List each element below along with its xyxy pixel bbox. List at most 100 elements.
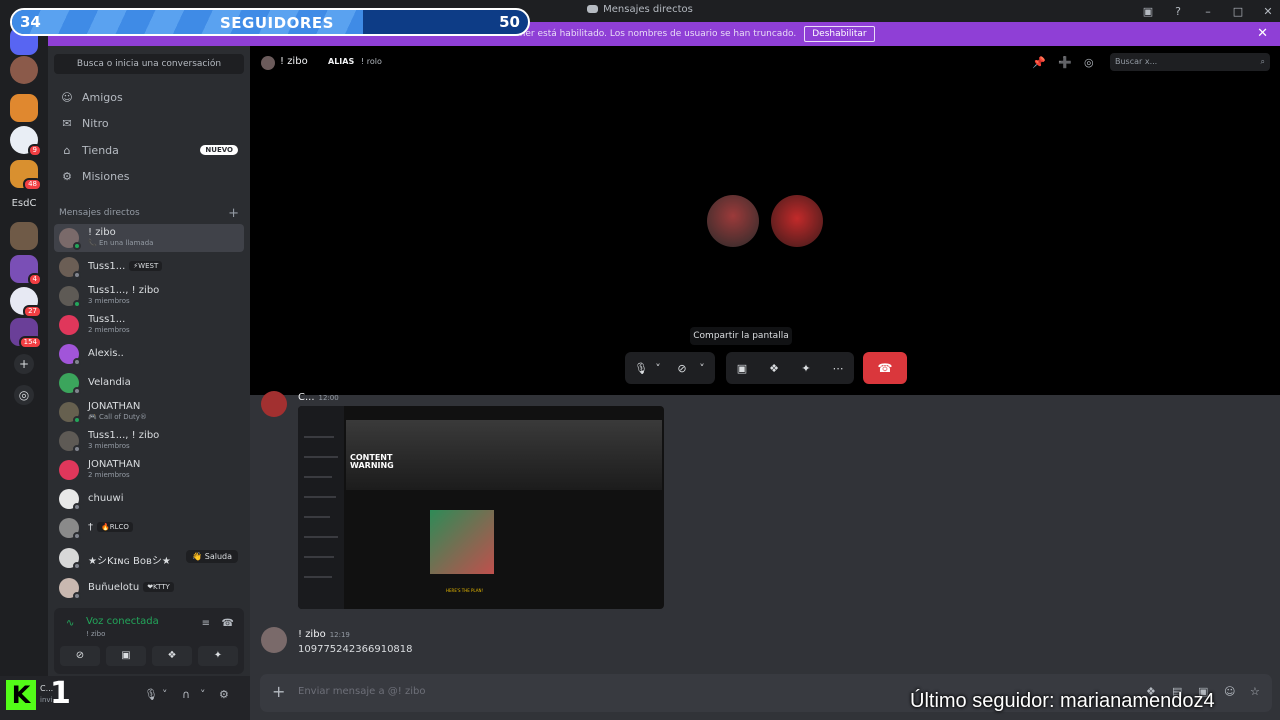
nav-nitro[interactable]: ✉ Nitro [54,111,244,135]
dm-item[interactable]: Tuss1..., ! zibo 3 miembros [54,427,244,455]
close-window-button[interactable]: ✕ [1256,5,1280,18]
noise-suppression-icon[interactable]: ≡ [202,618,210,629]
close-banner-icon[interactable]: ✕ [1257,26,1268,41]
voice-status[interactable]: Voz conectada [86,616,159,627]
nav-friends[interactable]: ☺ Amigos [54,85,244,109]
soundboard-button[interactable]: ✦ [198,646,238,666]
mention-badge: 48 [23,178,42,191]
search-input[interactable]: Buscar x... ⌕ [1110,53,1270,71]
dm-name: Tuss1..., ! zibo [88,285,160,296]
apps-icon[interactable]: ☆ [1250,685,1260,698]
message-author[interactable]: ! zibo 12:19 [298,629,350,640]
settings-gear-icon[interactable]: ⚙ [219,688,229,701]
message-input[interactable]: Enviar mensaje a @! zibo [298,686,425,697]
clan-tag: 🔥RLCO [97,522,133,532]
help-icon[interactable]: ? [1166,5,1190,18]
divider [304,576,332,578]
wave-button[interactable]: 👋 Saluda [186,550,238,563]
camera-off-button[interactable]: ⊘ [60,646,100,666]
message-author[interactable]: C... 12:00 [298,392,339,403]
chevron-down-icon[interactable]: ˅ [651,362,665,375]
dm-item[interactable]: JONATHAN 2 miembros [54,456,244,484]
divider [304,496,336,498]
dm-item[interactable]: Buñuelotu ❤KTTY [54,574,244,602]
friends-icon: ☺ [61,90,73,104]
discord-logo-icon [587,5,599,13]
nav-shop[interactable]: ⌂ Tienda NUEVO [54,138,244,162]
overlay-number: 1 [50,676,71,711]
server-icon[interactable] [10,56,38,84]
divider [304,536,338,538]
participant-avatar[interactable] [771,195,823,247]
dm-name: JONATHAN [88,401,141,412]
dm-name: Tuss1..., ! zibo [88,430,160,441]
server-icon[interactable]: 48 [10,160,42,191]
dm-item[interactable]: † 🔥RLCO [54,514,244,542]
camera-off-icon[interactable]: ⊘ [669,362,695,375]
maximize-button[interactable]: □ [1226,5,1250,18]
activities-button[interactable]: ❖ [152,646,192,666]
pin-icon[interactable]: 📌 [1032,56,1046,69]
dm-item[interactable]: Velandia [54,369,244,397]
dm-subtext: 🎮 Call of Duty® [88,413,147,421]
mic-icon[interactable]: 🎙 [144,688,158,701]
server-icon[interactable] [10,222,38,250]
disconnect-icon[interactable]: ☎ [222,618,234,629]
message-attachment-image[interactable]: CONTENT WARNING HERE'S THE PLAN! [298,406,664,609]
avatar[interactable] [261,391,287,417]
server-icon[interactable]: 154 [10,318,42,349]
dm-item[interactable]: Tuss1... 2 miembros [54,311,244,339]
participant-avatar[interactable] [707,195,759,247]
emoji-icon[interactable]: ☺ [1224,685,1235,698]
dm-section-header: Mensajes directos + [59,206,239,221]
dm-item[interactable]: chuuwi [54,485,244,513]
user-panel: C... invi... K 1 🎙 ˅ ∩ ˅ ⚙ [0,676,250,720]
server-icon[interactable] [10,94,38,122]
server-icon[interactable]: 9 [10,126,42,157]
chevron-down-icon[interactable]: ˅ [695,362,709,375]
status-dot [73,503,81,511]
share-screen-tooltip: Compartir la pantalla [690,327,792,345]
avatar[interactable] [261,627,287,653]
dm-item[interactable]: Alexis.. [54,340,244,368]
dm-item[interactable]: Tuss1... ⚡WEST [54,253,244,281]
divider [304,476,332,478]
disable-streamer-button[interactable]: Deshabilitar [804,26,875,42]
headset-icon[interactable]: ∩ [182,688,190,701]
add-friends-icon[interactable]: ➕ [1058,56,1072,69]
attach-plus-icon[interactable]: + [272,682,285,701]
server-folder-label[interactable]: EsdC [0,198,48,209]
inbox-icon[interactable]: ▣ [1136,5,1160,18]
dm-item[interactable]: JONATHAN 🎮 Call of Duty® [54,398,244,426]
status-dot [73,532,81,540]
activities-icon[interactable]: ❖ [758,362,790,375]
divider [304,456,338,458]
game-title: CONTENT WARNING [350,453,394,470]
hangup-button[interactable]: ☎ [863,352,907,384]
server-icon[interactable]: 27 [10,287,42,318]
share-screen-icon[interactable]: ▣ [726,362,758,375]
chevron-down-icon[interactable]: ˅ [200,688,206,701]
clan-tag: ⚡WEST [129,261,163,271]
nav-label: Amigos [82,90,123,104]
dm-item[interactable]: ! zibo 📞 En una llamada [54,224,244,252]
chevron-down-icon[interactable]: ˅ [162,688,168,701]
explore-icon[interactable]: ◎ [14,385,34,405]
minimize-button[interactable]: – [1196,5,1220,18]
create-dm-icon[interactable]: + [228,206,239,221]
screen-share-button[interactable]: ▣ [106,646,146,666]
mic-icon[interactable]: 🎙 [631,362,651,375]
add-server-icon[interactable]: + [14,354,34,374]
soundboard-icon[interactable]: ✦ [790,362,822,375]
conversation-search[interactable]: Busca o inicia una conversación [54,54,244,74]
server-icon[interactable]: 4 [10,255,42,286]
signal-icon[interactable]: ∿ [66,618,74,629]
dm-name: Buñuelotu ❤KTTY [88,582,174,593]
profile-icon[interactable]: ◎ [1084,56,1094,69]
nav-quests[interactable]: ⚙ Misiones [54,164,244,188]
status-dot [73,562,81,570]
status-dot [73,416,81,424]
dm-item[interactable]: Tuss1..., ! zibo 3 miembros [54,282,244,310]
more-icon[interactable]: ⋯ [822,362,854,375]
dm-item[interactable]: ★シKɪɴɢ Bᴏʙシ★ 👋 Saluda [54,544,244,572]
